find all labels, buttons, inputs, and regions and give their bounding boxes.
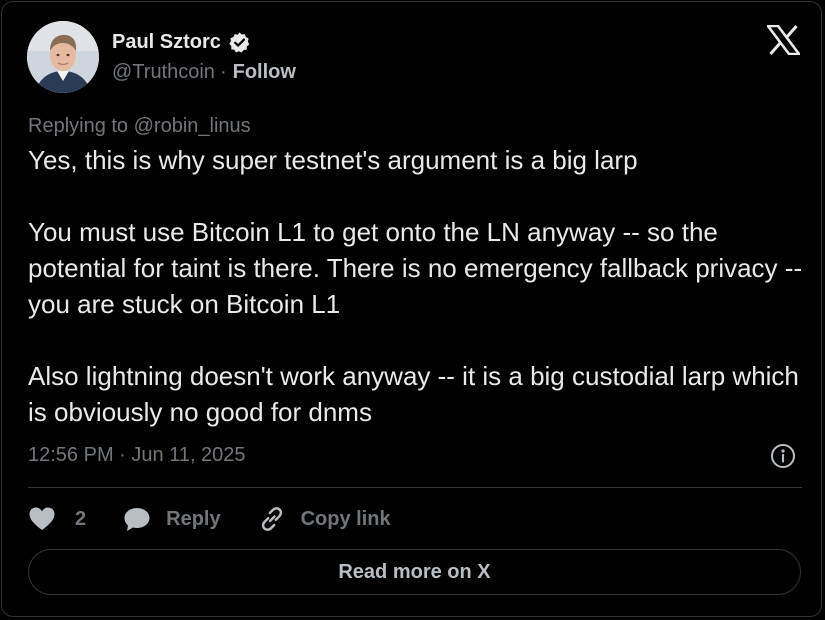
x-logo-icon[interactable] [767, 25, 800, 55]
action-bar: 2 Reply Copy link [28, 503, 391, 535]
author-name[interactable]: Paul Sztorc [112, 29, 221, 55]
replying-to-label[interactable]: Replying to @robin_linus [28, 113, 251, 139]
reply-label: Reply [166, 507, 221, 530]
like-button[interactable]: 2 [28, 506, 86, 532]
tweet-paragraph: Also lightning doesn't work anyway -- it… [28, 361, 807, 427]
handle-separator: · [219, 61, 227, 83]
info-icon[interactable] [770, 443, 796, 469]
author-name-row: Paul Sztorc [112, 29, 251, 55]
copy-link-button[interactable]: Copy link [258, 505, 391, 533]
avatar[interactable] [27, 21, 99, 93]
divider [28, 487, 802, 488]
read-more-button[interactable]: Read more on X [28, 549, 801, 595]
author-handle[interactable]: @Truthcoin [112, 59, 215, 85]
handle-row: @Truthcoin · Follow [112, 59, 296, 85]
heart-icon [28, 506, 56, 532]
reply-button[interactable]: Reply [123, 506, 221, 532]
link-icon [258, 505, 286, 533]
speech-bubble-icon [123, 506, 151, 532]
tweet-body: Yes, this is why super testnet's argumen… [28, 142, 808, 430]
tweet-paragraph: You must use Bitcoin L1 to get onto the … [28, 217, 810, 319]
tweet-timestamp[interactable]: 12:56 PM · Jun 11, 2025 [28, 442, 246, 468]
like-count: 2 [75, 507, 87, 530]
copy-link-label: Copy link [300, 507, 391, 530]
tweet-card: Paul Sztorc @Truthcoin · Follow Replying… [1, 1, 822, 617]
follow-button[interactable]: Follow [233, 59, 296, 85]
tweet-paragraph: Yes, this is why super testnet's argumen… [28, 145, 638, 175]
verified-badge-icon [228, 31, 251, 54]
